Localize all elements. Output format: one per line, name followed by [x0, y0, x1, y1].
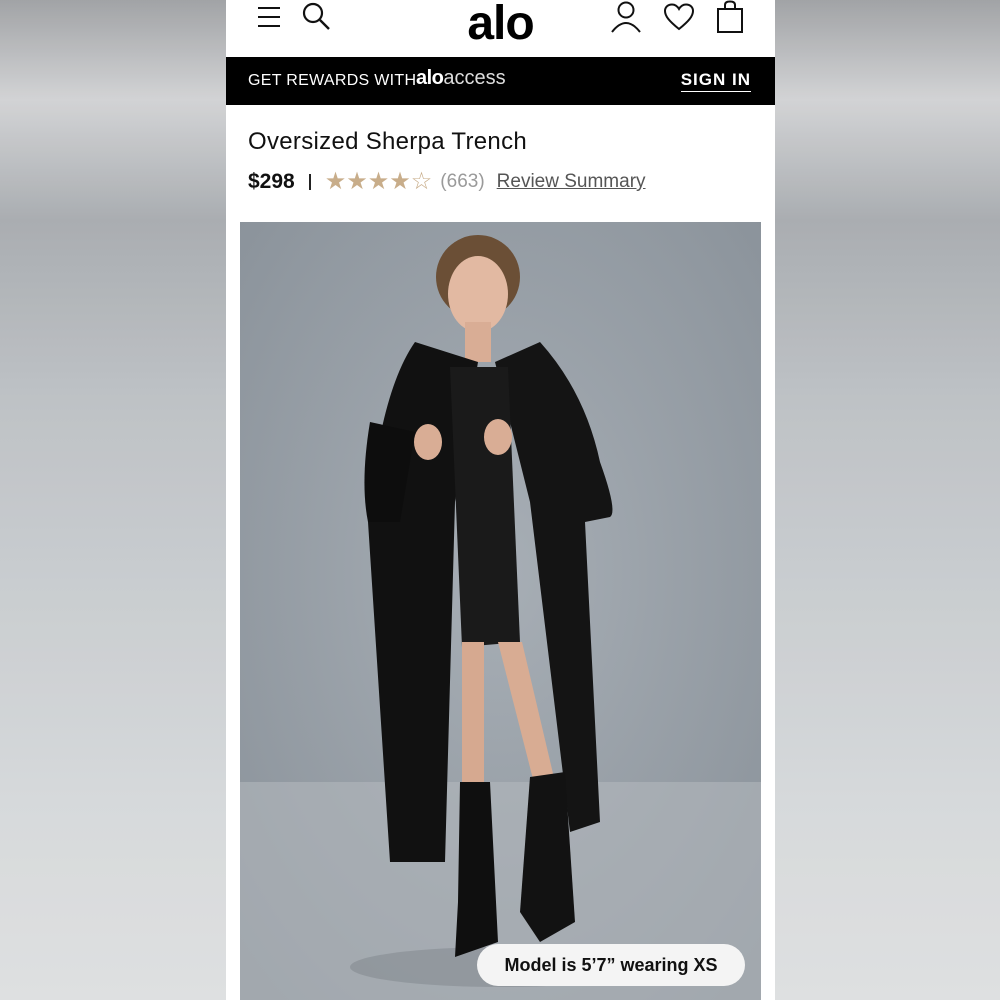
- shopping-bag-icon[interactable]: [714, 0, 746, 34]
- star-filled-icon: ★: [389, 168, 411, 195]
- star-filled-icon: ★: [324, 168, 347, 195]
- star-empty-icon: ☆: [410, 168, 433, 195]
- alo-access-brand-bold: alo: [416, 67, 444, 89]
- product-page: alo GET REWARDS WITH aloaccess SIGN IN O…: [226, 0, 775, 1000]
- review-summary-link[interactable]: Review Summary: [497, 171, 646, 193]
- alo-access-brand-light: access: [443, 67, 506, 89]
- product-price: $298: [248, 170, 295, 193]
- sign-in-link[interactable]: SIGN IN: [680, 70, 751, 92]
- alo-access-logo: aloaccess: [416, 67, 506, 90]
- product-title: Oversized Sherpa Trench: [248, 128, 528, 155]
- price-rating-row: $298 ★ ★ ★ ★ ☆ (663) Review Summary: [248, 168, 646, 196]
- review-count[interactable]: (663): [440, 171, 484, 193]
- divider: [308, 174, 311, 190]
- product-image[interactable]: Model is 5’7” wearing XS: [240, 222, 761, 1000]
- wishlist-heart-icon[interactable]: [662, 2, 696, 32]
- model-size-caption: Model is 5’7” wearing XS: [477, 944, 745, 986]
- star-filled-icon: ★: [367, 168, 390, 195]
- star-filled-icon: ★: [346, 168, 368, 195]
- background-left-blur: [0, 0, 226, 1000]
- model-photo-illustration: [240, 222, 761, 1000]
- account-icon[interactable]: [609, 0, 643, 34]
- top-navigation-bar: alo: [226, 0, 775, 57]
- background-right-blur: [775, 0, 1000, 1000]
- rewards-banner: GET REWARDS WITH aloaccess SIGN IN: [226, 57, 775, 105]
- rewards-text: GET REWARDS WITH: [248, 72, 417, 89]
- star-rating[interactable]: ★ ★ ★ ★ ☆: [325, 170, 433, 194]
